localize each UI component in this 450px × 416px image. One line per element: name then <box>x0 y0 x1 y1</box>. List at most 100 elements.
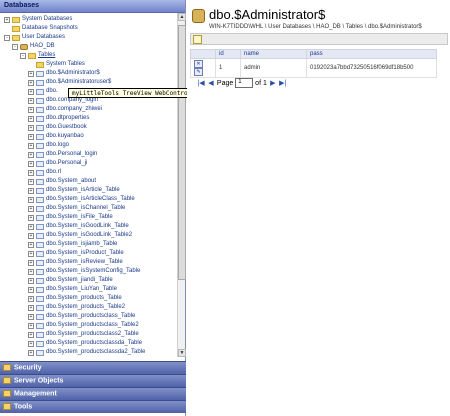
expand-icon[interactable]: + <box>28 169 34 176</box>
tree-node-label[interactable]: dbo.$Administrator$ <box>46 70 100 76</box>
expand-icon[interactable]: + <box>28 88 34 95</box>
expand-icon[interactable]: + <box>28 340 34 347</box>
tree-node-label[interactable]: dbo.System_isjiamb_Table <box>46 241 117 247</box>
first-page-icon[interactable]: |◀ <box>197 79 205 87</box>
nav-bar-security[interactable]: Security <box>0 361 186 374</box>
tree-node[interactable]: + dbo.System_productsclass_Table <box>28 312 135 321</box>
tree-node[interactable]: + dbo.System_productsclassda_Table <box>28 339 142 348</box>
expand-icon[interactable]: + <box>28 286 34 293</box>
expand-icon[interactable]: + <box>28 223 34 230</box>
tree-node-label[interactable]: dbo.System_productsclass2_Table <box>46 331 139 337</box>
collapse-icon[interactable]: - <box>12 43 18 50</box>
tree-node-label[interactable]: dbo.System_productsclassda2_Table <box>46 349 145 355</box>
tree-node[interactable]: + dbo.System_about <box>28 177 96 186</box>
tree-node-label[interactable]: dbo.System_isArticleClass_Table <box>46 196 135 202</box>
tree-scrollbar[interactable]: ▲ ▼ <box>177 13 186 357</box>
tree-node-label[interactable]: System Tables <box>46 61 85 67</box>
tree-node[interactable]: + dbo. <box>28 87 58 96</box>
expand-icon[interactable]: + <box>28 196 34 203</box>
expand-icon[interactable]: + <box>28 70 34 77</box>
scroll-thumb[interactable] <box>178 25 186 280</box>
expand-icon[interactable]: + <box>28 178 34 185</box>
tree-node[interactable]: + dbo.System_productsclass_Table2 <box>28 321 139 330</box>
tree-node-label[interactable]: dbo.logo <box>46 142 69 148</box>
tree-node-label[interactable]: dbo.System_productsclass_Table2 <box>46 322 139 328</box>
column-header-name[interactable]: name <box>240 49 307 59</box>
tree-node-label[interactable]: Tables <box>38 52 55 58</box>
tree-node-label[interactable]: dbo.System_LiuYan_Table <box>46 286 117 292</box>
expand-icon[interactable]: + <box>28 349 34 356</box>
delete-icon[interactable]: ✕ <box>194 60 203 68</box>
tree-node[interactable]: + dbo.System_productsclass2_Table <box>28 330 139 339</box>
tree-node-label[interactable]: dbo.Guestbook <box>46 124 87 130</box>
tree-node[interactable]: + dbo.logo <box>28 141 69 150</box>
tree-node[interactable]: + dbo.Personal_ji <box>28 159 87 168</box>
tree-node[interactable]: System Tables <box>28 60 85 69</box>
databases-header[interactable]: Databases <box>0 0 185 13</box>
expand-icon[interactable]: + <box>28 232 34 239</box>
tree-node-label[interactable]: dbo.System_isSystemConfig_Table <box>46 268 140 274</box>
tree-node[interactable]: + dbo.$Administratoruser$ <box>28 78 111 87</box>
edit-icon[interactable]: ✎ <box>194 68 203 76</box>
expand-icon[interactable]: + <box>28 133 34 140</box>
expand-icon[interactable]: + <box>28 313 34 320</box>
tree-node-label[interactable]: dbo.rl <box>46 169 61 175</box>
scroll-down-arrow-icon[interactable]: ▼ <box>178 349 186 357</box>
tree-node[interactable]: + dbo.dtproperties <box>28 114 89 123</box>
tree-node-label[interactable]: dbo.System_isChannel_Table <box>46 205 125 211</box>
tree-node[interactable]: + dbo.kuyanbao <box>28 132 84 141</box>
collapse-icon[interactable]: - <box>20 52 26 59</box>
tree-node[interactable]: + dbo.System_jiandi_Table <box>28 276 113 285</box>
tree-node[interactable]: + dbo.System_products_Table <box>28 294 122 303</box>
tree-node[interactable]: Database Snapshots <box>4 24 78 33</box>
expand-icon[interactable]: + <box>28 151 34 158</box>
expand-icon[interactable]: + <box>28 322 34 329</box>
expand-icon[interactable]: + <box>28 268 34 275</box>
expand-icon[interactable]: + <box>28 79 34 86</box>
tree-node-label[interactable]: dbo.System_isArticle_Table <box>46 187 120 193</box>
next-page-icon[interactable]: ▶ <box>269 79 277 87</box>
expand-icon[interactable]: + <box>28 259 34 266</box>
tree-node[interactable]: - User Databases <box>4 33 65 42</box>
tree-node[interactable]: + dbo.System_LiuYan_Table <box>28 285 117 294</box>
tree-node-label[interactable]: dbo.Personal_ji <box>46 160 87 166</box>
expand-icon[interactable]: + <box>28 304 34 311</box>
tree-node-label[interactable]: System Databases <box>22 16 72 22</box>
page-number-input[interactable]: 1 <box>235 78 254 88</box>
tree-node-label[interactable]: User Databases <box>22 34 65 40</box>
tree-node[interactable]: + dbo.System_isSystemConfig_Table <box>28 267 140 276</box>
expand-icon[interactable]: + <box>28 142 34 149</box>
tree-node[interactable]: + dbo.System_isGoodLink_Table2 <box>28 231 132 240</box>
tree-node-label[interactable]: dbo.System_isReview_Table <box>46 259 123 265</box>
collapse-icon[interactable]: - <box>4 34 10 41</box>
nav-bar-server-objects[interactable]: Server Objects <box>0 374 186 387</box>
expand-icon[interactable]: + <box>28 241 34 248</box>
tree-node-label[interactable]: dbo.System_productsclassda_Table <box>46 340 142 346</box>
tree-node[interactable]: - HAO_DB <box>12 42 55 51</box>
tree-node-label[interactable]: dbo.Personal_login <box>46 151 97 157</box>
expand-icon[interactable]: + <box>28 250 34 257</box>
tree-node-label[interactable]: dbo.System_isGoodLink_Table <box>46 223 129 229</box>
expand-icon[interactable]: + <box>28 331 34 338</box>
prev-page-icon[interactable]: ◀ <box>207 79 215 87</box>
expand-icon[interactable]: + <box>28 115 34 122</box>
expand-icon[interactable]: + <box>28 214 34 221</box>
tree-node-label[interactable]: dbo.System_isGoodLink_Table2 <box>46 232 132 238</box>
tree-node[interactable]: + dbo.System_isChannel_Table <box>28 204 125 213</box>
nav-bar-tools[interactable]: Tools <box>0 400 186 413</box>
tree-node[interactable]: + dbo.System_isFile_Table <box>28 213 113 222</box>
tree-node[interactable]: + dbo.System_isGoodLink_Table <box>28 222 129 231</box>
expand-icon[interactable]: + <box>4 16 10 23</box>
expand-icon[interactable]: + <box>28 295 34 302</box>
scroll-up-arrow-icon[interactable]: ▲ <box>178 13 186 21</box>
tree-node-label[interactable]: dbo.dtproperties <box>46 115 89 121</box>
tree-node-label[interactable]: dbo.company_zhiwei <box>46 106 102 112</box>
expand-icon[interactable]: + <box>28 97 34 104</box>
tree-node-label[interactable]: dbo. <box>46 88 58 94</box>
expand-icon[interactable]: + <box>28 277 34 284</box>
tree-node[interactable]: + dbo.System_isjiamb_Table <box>28 240 117 249</box>
new-record-icon[interactable] <box>193 35 202 44</box>
tree-node[interactable]: + System Databases <box>4 15 72 24</box>
tree-node-label[interactable]: HAO_DB <box>30 43 55 49</box>
tree-node[interactable]: + dbo.$Administrator$ <box>28 69 100 78</box>
